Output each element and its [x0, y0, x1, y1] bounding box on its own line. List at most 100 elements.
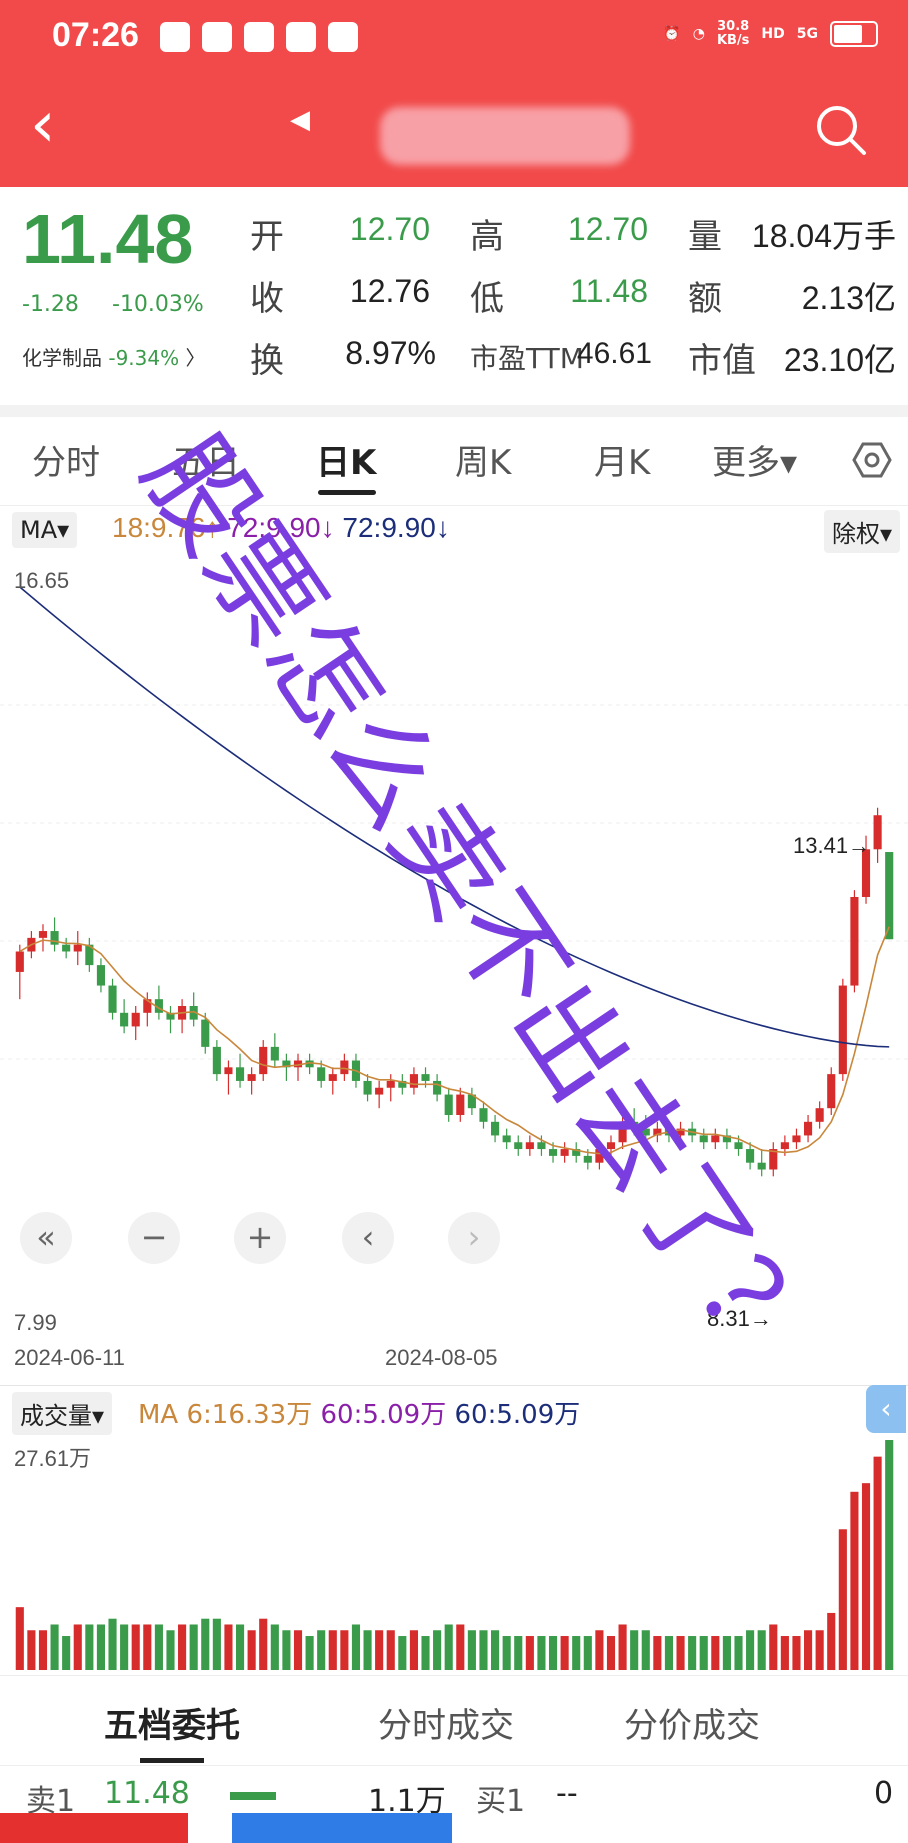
- tab-monthly-k[interactable]: 月K: [594, 435, 650, 484]
- volume-bar: [143, 1624, 152, 1670]
- volume-bar: [386, 1630, 395, 1670]
- high-value: 12.70: [567, 211, 648, 247]
- candle-body: [247, 1074, 256, 1081]
- candle-body: [259, 1046, 268, 1075]
- zoom-in-button[interactable]: +: [234, 1212, 286, 1264]
- volume-bar: [201, 1618, 210, 1670]
- vol-ma-2: 60:5.09万: [320, 1400, 447, 1430]
- sell1-volume-bar: [230, 1792, 276, 1800]
- prev-stock-icon[interactable]: ◀: [290, 105, 310, 135]
- volume-svg: [15, 1440, 894, 1670]
- vol-ma-3: 60:5.09万: [454, 1400, 581, 1430]
- candle-body: [235, 1067, 245, 1081]
- tab-weekly-k[interactable]: 周K: [455, 435, 511, 484]
- candle-body: [224, 1067, 233, 1075]
- volume-bar: [699, 1636, 708, 1670]
- tab-intraday[interactable]: 分时: [32, 435, 100, 484]
- candle-body: [595, 1149, 604, 1163]
- ma-value-1: 18:9.76↑: [112, 512, 220, 543]
- volume-bar: [467, 1630, 476, 1670]
- adjust-selector-button[interactable]: 除权▾: [823, 510, 900, 553]
- volume-bar: [398, 1636, 407, 1670]
- candle-body: [885, 852, 894, 940]
- volume-bar: [50, 1624, 59, 1670]
- volume-bar: [351, 1624, 361, 1670]
- volume-bar: [421, 1636, 430, 1670]
- volume-bar: [317, 1630, 326, 1670]
- candle-body: [317, 1067, 326, 1081]
- ma-values: 18:9.76↑ 72:9.90↓ 72:9.90↓: [112, 512, 450, 544]
- volume-bar: [711, 1636, 720, 1670]
- scroll-start-button[interactable]: «: [20, 1212, 72, 1264]
- volume-bar: [456, 1624, 465, 1670]
- high-marker: 13.41→: [793, 833, 871, 858]
- candle-body: [827, 1074, 836, 1109]
- volume-bar: [525, 1636, 534, 1670]
- candle-body: [120, 1012, 129, 1027]
- candle-body: [746, 1149, 755, 1163]
- pe-value: 46.61: [576, 337, 652, 370]
- buy-button[interactable]: [0, 1813, 188, 1843]
- stock-name-switcher[interactable]: ◀: [290, 93, 650, 165]
- candle-body: [201, 1019, 210, 1047]
- volume-bar: [270, 1624, 279, 1670]
- candle-body: [618, 1121, 627, 1143]
- tab-price-volume[interactable]: 分价成交: [624, 1698, 760, 1747]
- volume-selector-button[interactable]: 成交量▾: [12, 1392, 113, 1435]
- volume-value: 18.04万手: [751, 218, 896, 254]
- last-price: 11.48: [22, 200, 194, 278]
- scroll-left-button[interactable]: ‹: [342, 1212, 394, 1264]
- buy1-price: --: [556, 1776, 578, 1811]
- tab-more[interactable]: 更多▾: [712, 435, 797, 484]
- low-label: 低: [470, 279, 504, 319]
- volume-bar: [560, 1636, 569, 1670]
- order-tabs: 五档委托 分时成交 分价成交: [0, 1675, 908, 1766]
- back-button[interactable]: ‹: [30, 93, 56, 157]
- turnover-value: 8.97%: [345, 335, 436, 371]
- status-bar: 07:26 ⏰ ◔ 30.8 KB/s HD 5G: [0, 0, 908, 75]
- volume-indicator-bar: 成交量▾ MA 6:16.33万 60:5.09万 60:5.09万 27.61…: [0, 1385, 908, 1471]
- tab-five-day[interactable]: 五日: [172, 435, 240, 484]
- candle-body: [838, 985, 847, 1075]
- candle-body: [711, 1135, 720, 1143]
- sector-link[interactable]: 化学制品 -9.34% 〉: [22, 342, 205, 371]
- candle-body: [96, 965, 105, 986]
- ma-value-2: 72:9.90↓: [227, 512, 335, 543]
- candle-body: [560, 1149, 569, 1156]
- tab-tick-trades[interactable]: 分时成交: [378, 1698, 514, 1747]
- settings-icon[interactable]: [852, 440, 892, 480]
- candle-body: [62, 944, 71, 952]
- volume-bar: [166, 1630, 175, 1670]
- candle-body: [734, 1142, 743, 1150]
- price-change: -1.28: [22, 292, 79, 317]
- tab-order-book[interactable]: 五档委托: [104, 1698, 240, 1747]
- zoom-out-button[interactable]: −: [128, 1212, 180, 1264]
- volume-bar: [120, 1624, 129, 1670]
- candle-body: [386, 1080, 395, 1088]
- amount-value: 2.13亿: [801, 280, 896, 316]
- open-value: 12.70: [349, 211, 430, 247]
- candle-body: [50, 931, 59, 945]
- volume-bar: [108, 1618, 117, 1670]
- volume-bar: [131, 1624, 140, 1670]
- volume-chart[interactable]: [0, 1430, 908, 1675]
- side-panel-toggle[interactable]: ‹: [866, 1385, 906, 1433]
- ma-selector-button[interactable]: MA▾: [12, 512, 78, 548]
- volume-bar: [769, 1624, 778, 1670]
- active-tab-indicator: [318, 490, 376, 495]
- volume-bar: [85, 1624, 94, 1670]
- volume-bar: [885, 1440, 894, 1670]
- candle-body: [514, 1142, 523, 1150]
- candle-body: [630, 1121, 639, 1129]
- app-notification-icon: [202, 22, 232, 52]
- sell-button[interactable]: [232, 1813, 452, 1843]
- candle-body: [804, 1121, 813, 1136]
- vol-ma-1: MA 6:16.33万: [138, 1400, 313, 1430]
- candle-body: [641, 1128, 650, 1136]
- volume-bar: [375, 1630, 384, 1670]
- volume-bar: [212, 1618, 221, 1670]
- search-icon[interactable]: [814, 103, 868, 157]
- tab-daily-k[interactable]: 日K: [316, 435, 376, 484]
- scroll-right-button[interactable]: ›: [448, 1212, 500, 1264]
- volume-bar: [595, 1630, 604, 1670]
